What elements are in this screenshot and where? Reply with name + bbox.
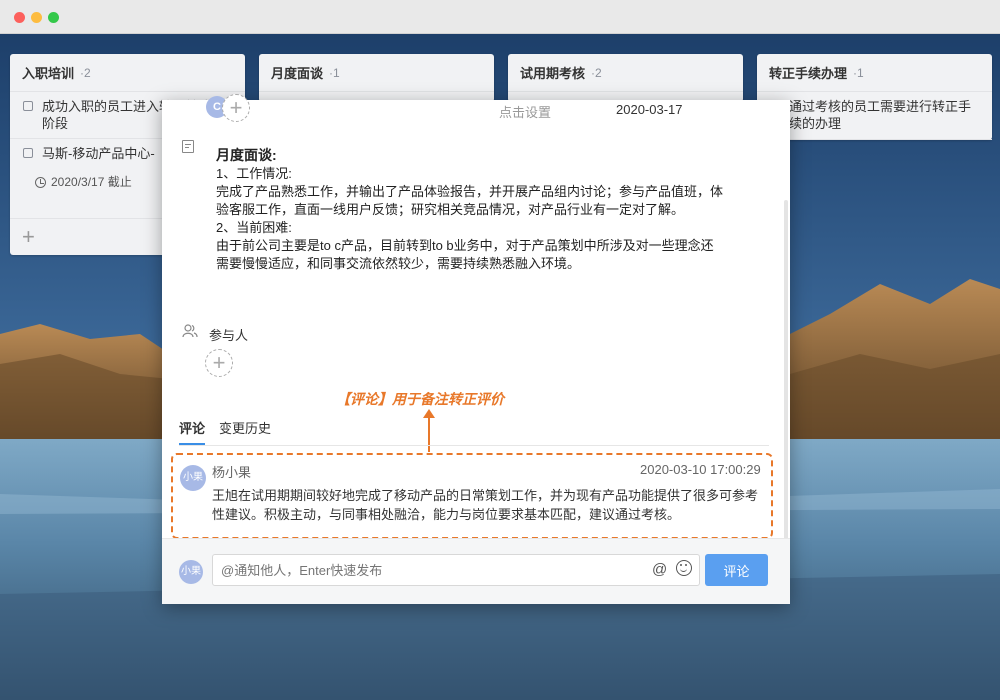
participants-label: 参与人 (209, 328, 249, 343)
column-header: 月度面谈 ·1 (259, 54, 494, 92)
window-titlebar (0, 0, 1000, 34)
column-title: 转正手续办理 (769, 66, 848, 81)
task-detail-dialog: C + 点击设置 2020-03-17 月度面谈: 1、工作情况: 完成了产品熟… (162, 94, 790, 604)
column-count: ·2 (80, 65, 91, 80)
comment-avatar: 小果 (180, 465, 206, 491)
task-checkbox[interactable] (23, 101, 33, 111)
task-checkbox[interactable] (23, 148, 33, 158)
kanban-column-monthly-interview: 月度面谈 ·1 (259, 54, 494, 102)
tab-change-history[interactable]: 变更历史 (219, 418, 271, 445)
task-description[interactable]: 月度面谈: 1、工作情况: 完成了产品熟悉工作，并输出了产品体验报告，并开展产品… (216, 146, 726, 273)
task-text: 通过考核的员工需要进行转正手续的办理 (789, 99, 972, 131)
close-window-button[interactable] (14, 12, 25, 23)
column-header: 转正手续办理 ·1 (757, 54, 992, 92)
comment-time: 2020-03-10 17:00:29 (640, 462, 761, 477)
kanban-column-regularization: 转正手续办理 ·1 通过考核的员工需要进行转正手续的办理 (757, 54, 992, 140)
dialog-top-bar: C + 点击设置 2020-03-17 (162, 94, 790, 122)
column-count: ·1 (329, 65, 340, 80)
due-date[interactable]: 2020-03-17 (616, 102, 683, 117)
annotation-callout: 【评论】用于备注转正评价 (336, 391, 504, 407)
description-line: 2、当前困难: (216, 220, 292, 235)
minimize-window-button[interactable] (31, 12, 42, 23)
clock-icon (35, 177, 46, 188)
mention-button[interactable]: @ (652, 561, 667, 578)
column-count: ·2 (591, 65, 602, 80)
current-user-avatar: 小果 (179, 560, 203, 584)
kanban-column-probation-review: 试用期考核 ·2 (508, 54, 743, 102)
task-text: 马斯-移动产品中心- (42, 146, 155, 161)
add-assignee-button[interactable]: + (222, 94, 250, 122)
column-header: 入职培训 ·2 (10, 54, 245, 92)
description-line: 完成了产品熟悉工作，并输出了产品体验报告，并开展产品组内讨论；参与产品值班，体验… (216, 184, 724, 217)
description-line: 1、工作情况: (216, 166, 292, 181)
column-title: 入职培训 (22, 66, 75, 81)
due-date-label: 2020/3/17 截止 (51, 175, 132, 189)
tab-comments[interactable]: 评论 (179, 418, 206, 445)
comment-input[interactable] (212, 554, 700, 586)
add-participant-button[interactable]: + (205, 349, 233, 377)
column-title: 月度面谈 (271, 66, 324, 81)
task-card[interactable]: 通过考核的员工需要进行转正手续的办理 (757, 92, 992, 140)
set-hint[interactable]: 点击设置 (499, 102, 551, 121)
comment-author: 杨小果 (212, 465, 252, 480)
comment-text: 王旭在试用期期间较好地完成了移动产品的日常策划工作，并为现有产品功能提供了很多可… (212, 488, 759, 522)
dialog-scrollbar[interactable] (784, 200, 788, 540)
description-heading: 月度面谈: (216, 147, 277, 163)
emoji-icon[interactable] (676, 560, 692, 576)
participants-icon (182, 324, 198, 338)
submit-comment-button[interactable]: 评论 (705, 554, 768, 586)
description-line: 由于前公司主要是to c产品，目前转到to b业务中，对于产品策划中所涉及对一些… (216, 238, 714, 271)
note-icon (182, 140, 194, 153)
column-title: 试用期考核 (520, 66, 586, 81)
column-count: ·1 (853, 65, 864, 80)
column-header: 试用期考核 ·2 (508, 54, 743, 92)
comment-composer: 小果 @ 评论 (162, 538, 790, 604)
zoom-window-button[interactable] (48, 12, 59, 23)
dialog-tabs: 评论 变更历史 (179, 418, 769, 446)
